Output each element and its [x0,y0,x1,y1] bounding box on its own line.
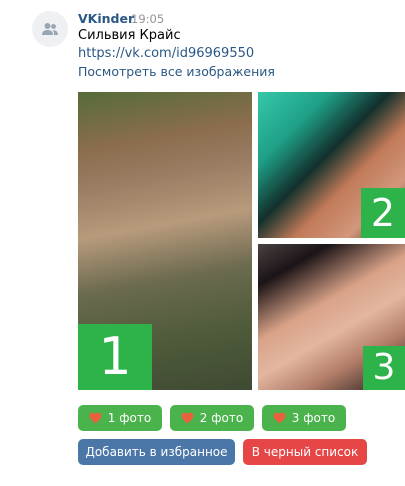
sender-name[interactable]: VKinder [78,11,134,26]
like-photo-2-button[interactable]: 2 фото [170,405,254,431]
like-photo-3-label: 3 фото [291,411,336,425]
photo-number-badge: 2 [361,188,405,238]
like-photo-1-label: 1 фото [107,411,152,425]
photo-3[interactable]: 3 [258,244,405,390]
bot-avatar[interactable] [32,11,68,47]
add-to-favorites-button[interactable]: Добавить в избранное [78,439,235,465]
like-photo-1-button[interactable]: 1 фото [78,405,162,431]
message-time[interactable]: 19:05 [131,12,164,26]
profile-link[interactable]: https://vk.com/id96969550 [78,46,254,61]
match-name: Сильвия Крайс [78,28,181,43]
heart-icon [181,412,194,424]
like-photo-3-button[interactable]: 3 фото [262,405,346,431]
heart-icon [273,412,286,424]
photo-number-badge: 3 [363,346,405,390]
photo-number-badge: 1 [78,324,152,390]
photo-1[interactable]: 1 [78,92,252,390]
heart-icon [89,412,102,424]
users-icon [42,23,58,35]
like-photo-2-label: 2 фото [199,411,244,425]
view-all-images-link[interactable]: Посмотреть все изображения [78,64,275,79]
blacklist-button[interactable]: В черный список [243,439,367,465]
photo-2[interactable]: 2 [258,92,405,238]
